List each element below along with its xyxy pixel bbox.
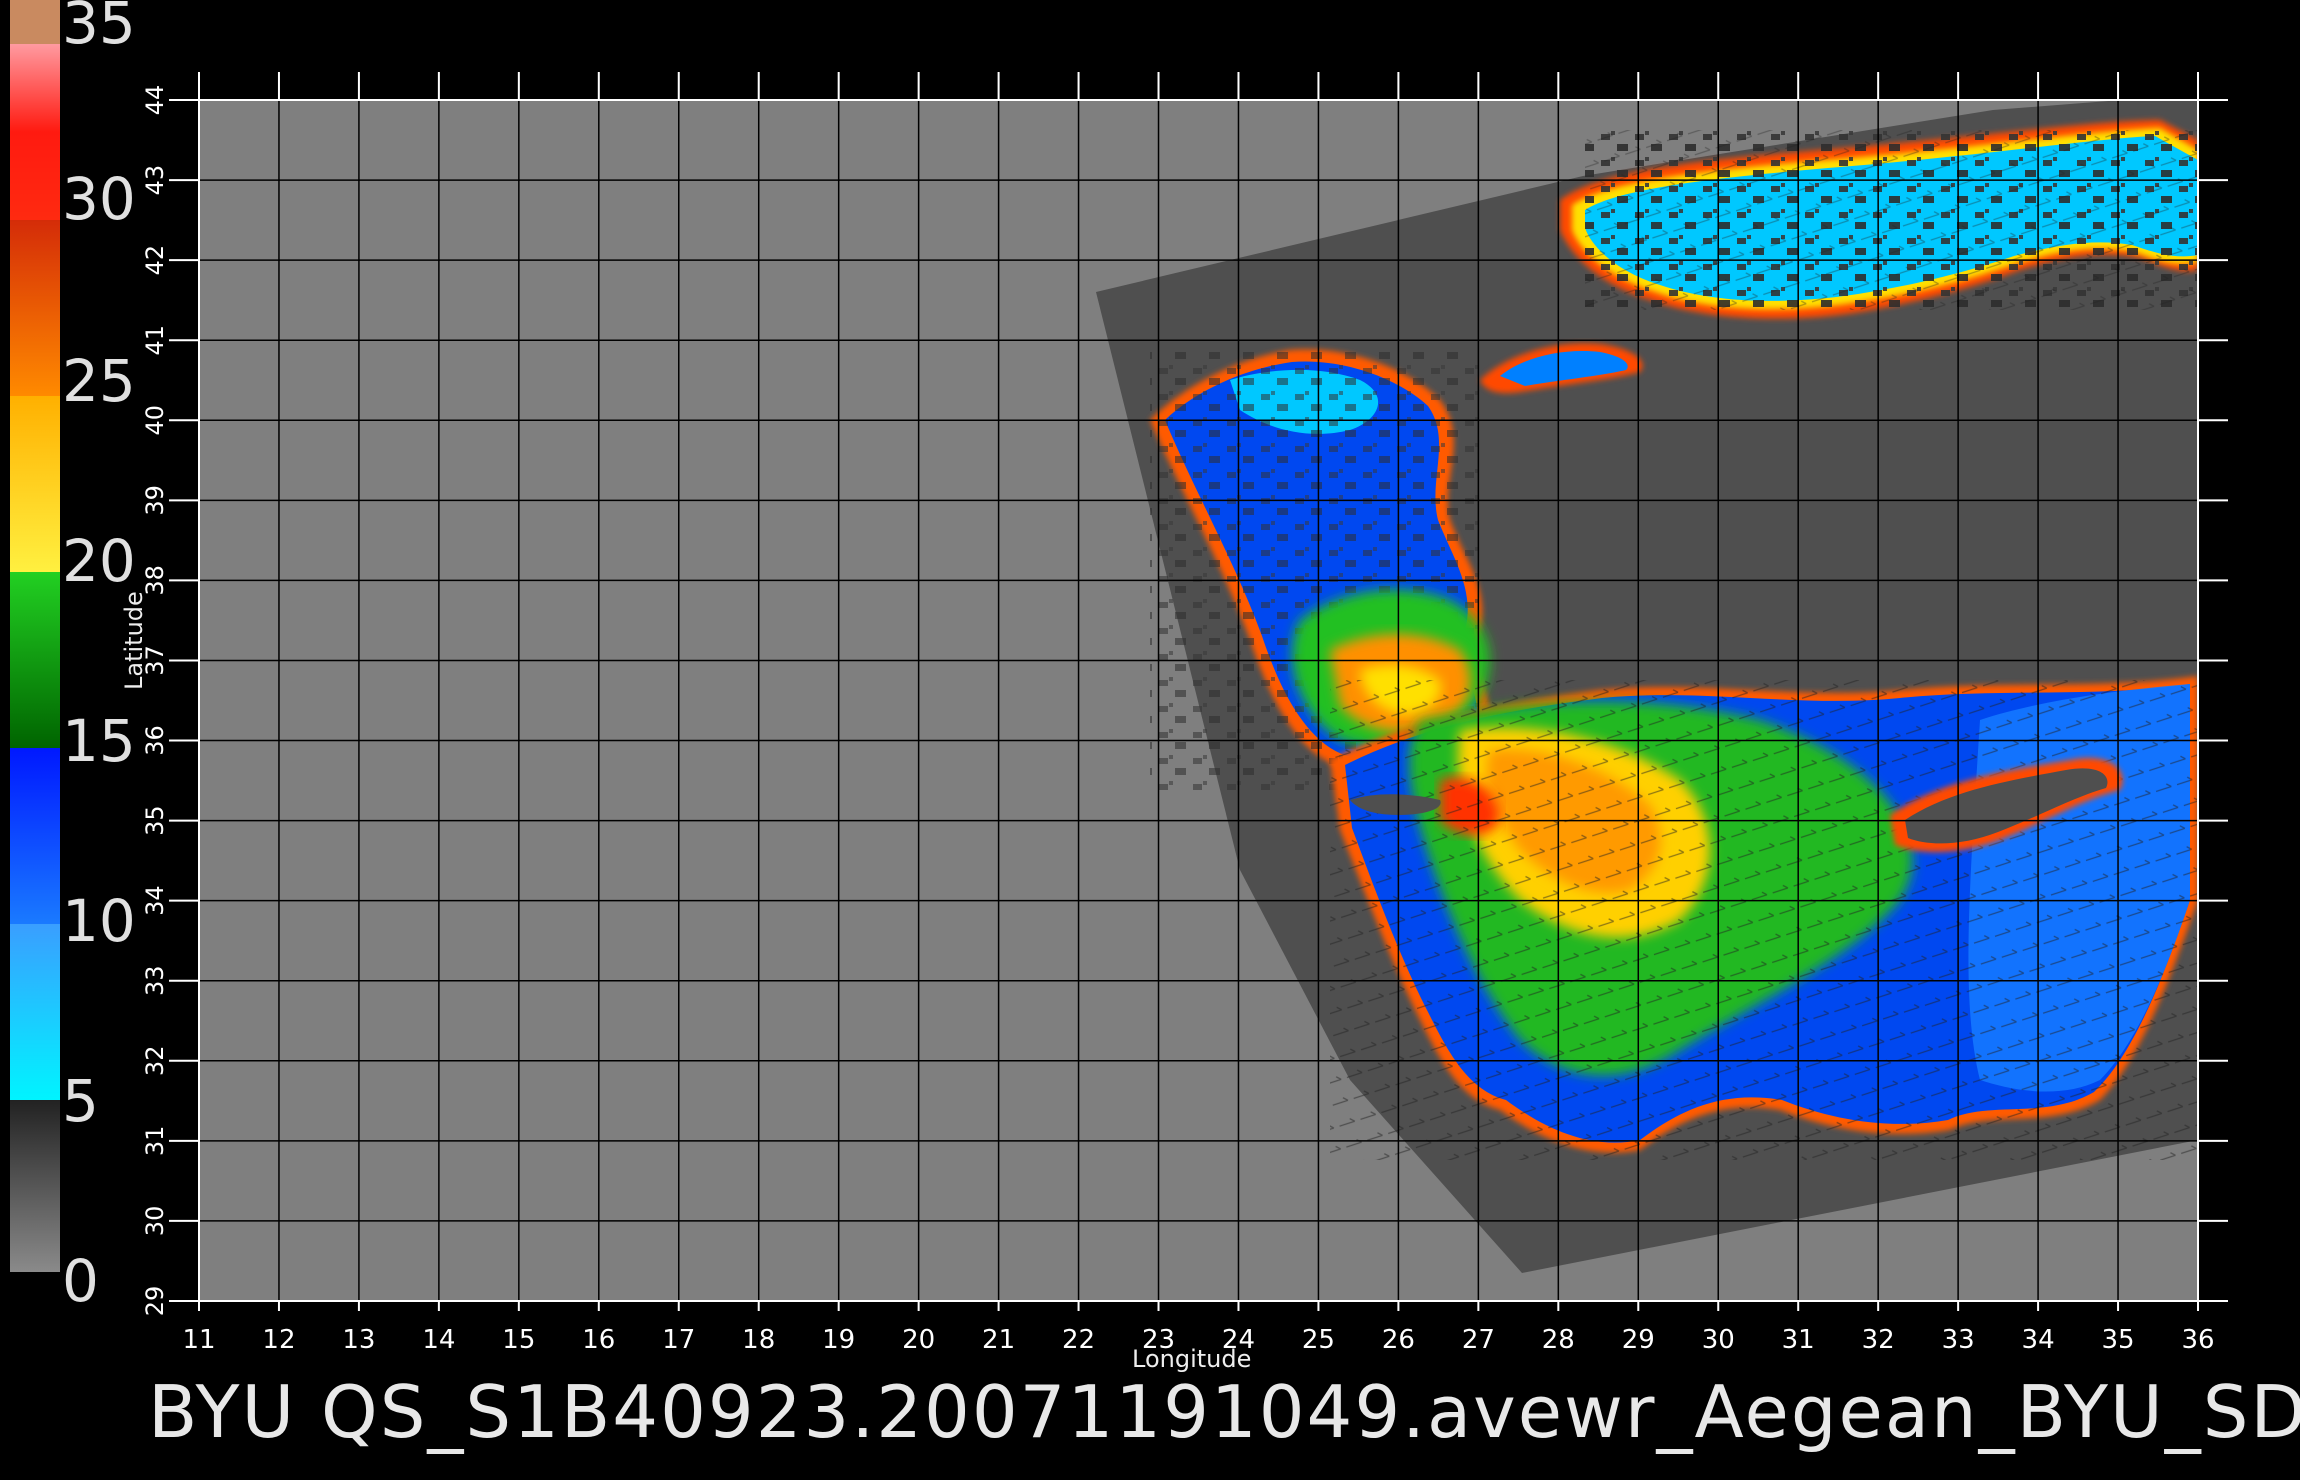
x-tick-label: 25	[1302, 1325, 1335, 1355]
colorbar	[10, 0, 60, 1272]
y-tick-label: 43	[141, 165, 169, 196]
colorbar-label-0: 0	[62, 1247, 99, 1315]
colorbar-label-20: 20	[62, 527, 136, 595]
y-tick-label: 32	[141, 1046, 169, 1077]
y-tick-label: 36	[141, 725, 169, 756]
y-tick-label: 44	[141, 85, 169, 116]
colorbar-label-25: 25	[62, 347, 136, 415]
y-tick-label: 35	[141, 805, 169, 836]
colorbar-band-30-35	[10, 0, 60, 44]
y-tick-label: 41	[141, 325, 169, 356]
y-axis-label: Latitude	[120, 591, 148, 690]
x-tick-label: 12	[262, 1325, 295, 1355]
x-tick-label: 34	[2022, 1325, 2055, 1355]
x-tick-label: 11	[182, 1325, 215, 1355]
x-tick-label: 22	[1062, 1325, 1095, 1355]
y-tick-label: 31	[141, 1126, 169, 1157]
y-tick-label: 42	[141, 245, 169, 276]
y-tick-label: 40	[141, 405, 169, 436]
y-tick-label: 39	[141, 485, 169, 516]
x-tick-label: 13	[342, 1325, 375, 1355]
x-tick-label: 29	[1622, 1325, 1655, 1355]
x-tick-label: 18	[742, 1325, 775, 1355]
y-tick-label: 33	[141, 965, 169, 996]
figure-caption: BYU QS_S1B40923.20071191049.avewr_Aegean…	[148, 1370, 2300, 1454]
x-tick-label: 32	[1862, 1325, 1895, 1355]
y-tick-label: 34	[141, 885, 169, 916]
colorbar-label-5: 5	[62, 1067, 99, 1135]
east-med-wind	[1330, 676, 2198, 1160]
colorbar-label-15: 15	[62, 707, 136, 775]
y-tick-labels: 29303132333435363738394041424344	[141, 85, 169, 1317]
y-tick-label: 30	[141, 1206, 169, 1237]
wind-map-figure: 11 12 13 14 15 16 17 18 19 20 21 22 23 24 25 26 27 28 29 30…	[10, 0, 2228, 1355]
x-tick-label: 33	[1942, 1325, 1975, 1355]
x-tick-label: 16	[582, 1325, 615, 1355]
x-tick-label: 14	[422, 1325, 455, 1355]
x-tick-label: 27	[1462, 1325, 1495, 1355]
x-tick-label: 17	[662, 1325, 695, 1355]
x-tick-label: 36	[2181, 1325, 2214, 1355]
y-tick-label: 29	[141, 1286, 169, 1317]
x-tick-label: 19	[822, 1325, 855, 1355]
colorbar-label-30: 30	[62, 165, 136, 233]
x-tick-label: 30	[1702, 1325, 1735, 1355]
x-tick-label: 26	[1382, 1325, 1415, 1355]
x-tick-label: 35	[2101, 1325, 2134, 1355]
x-tick-label: 20	[902, 1325, 935, 1355]
colorbar-label-35: 35	[62, 0, 136, 57]
x-tick-label: 28	[1542, 1325, 1575, 1355]
colorbar-label-10: 10	[62, 887, 136, 955]
x-tick-label: 21	[982, 1325, 1015, 1355]
x-tick-label: 31	[1782, 1325, 1815, 1355]
black-sea-wind	[1560, 120, 2198, 319]
x-tick-label: 15	[502, 1325, 535, 1355]
x-axis-label: Longitude	[1132, 1345, 1252, 1373]
